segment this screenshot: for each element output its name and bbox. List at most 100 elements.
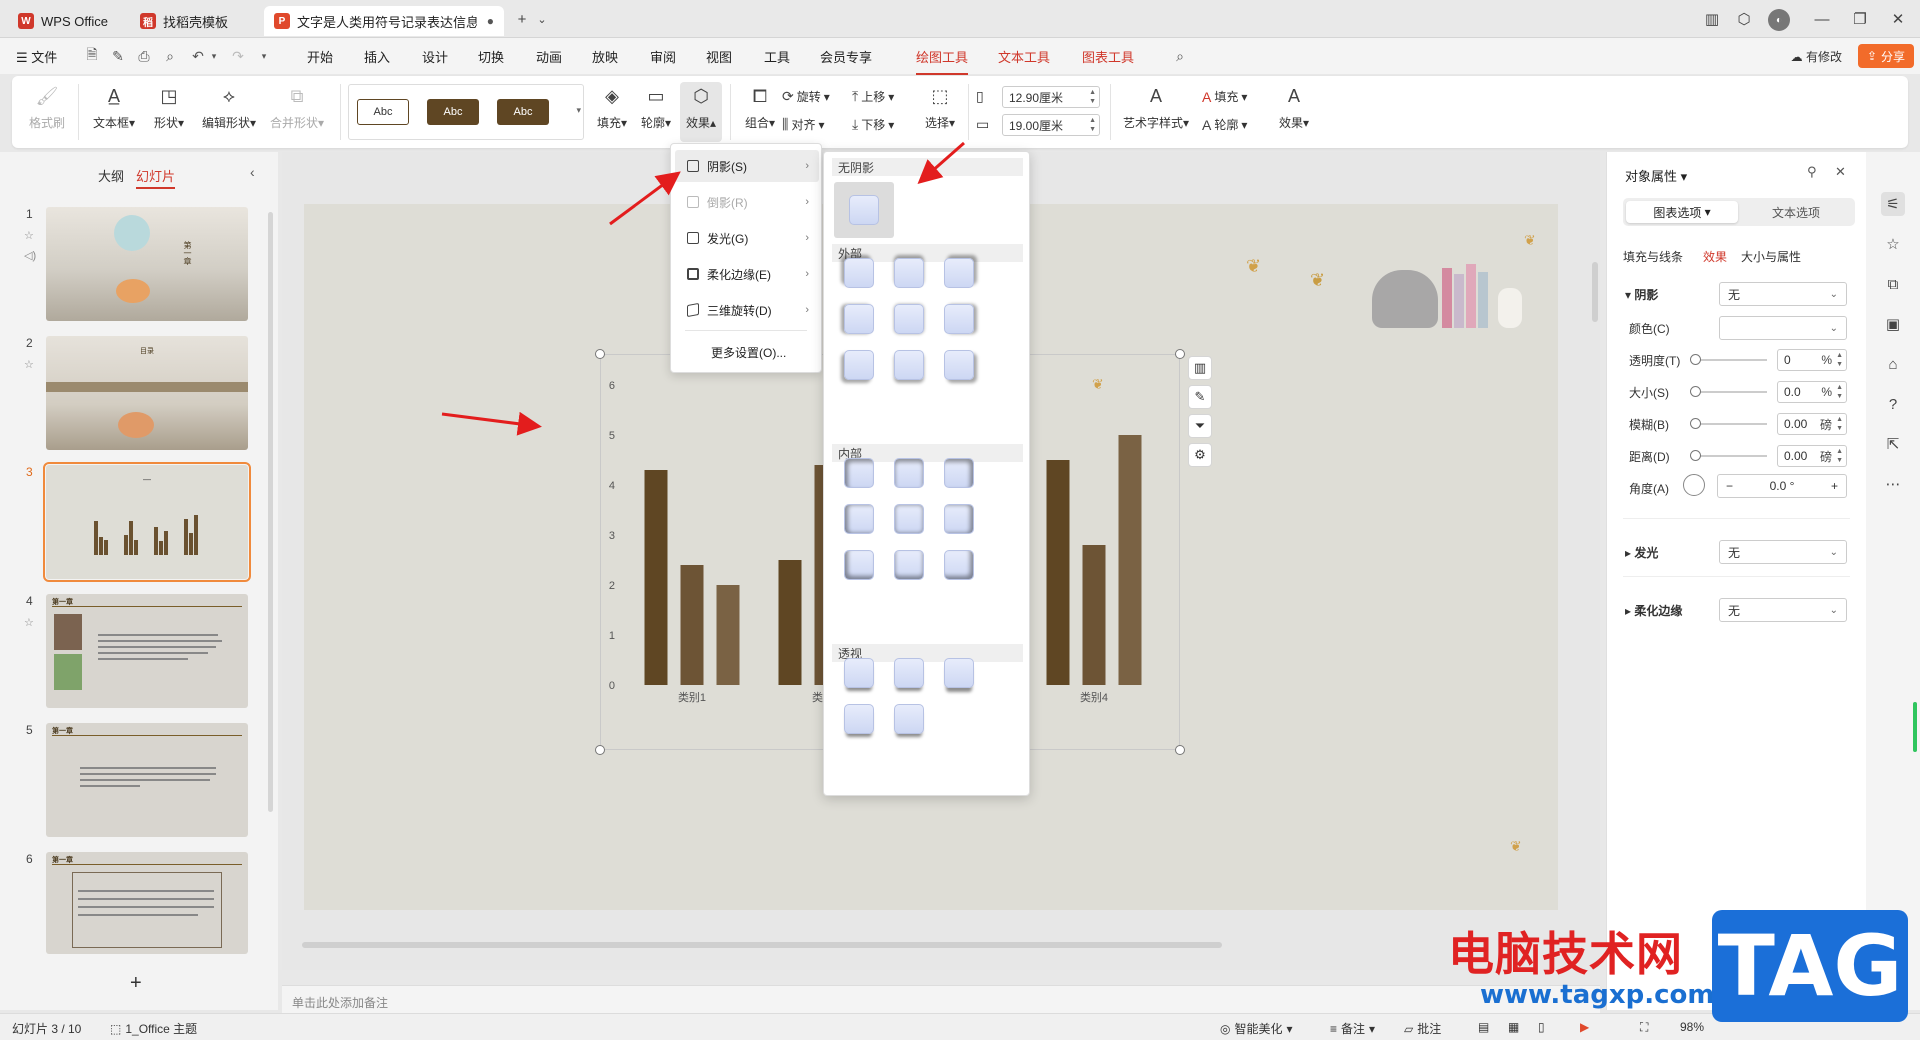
color-select[interactable]: ⌄ [1719, 316, 1847, 340]
add-slide-button[interactable]: + [130, 972, 142, 995]
inner-shadow-preset[interactable] [894, 504, 924, 534]
spinner-icon[interactable]: ▲ ▼ [1836, 415, 1843, 433]
pin-icon[interactable]: ⚲ [1807, 164, 1817, 180]
size-input[interactable]: 0.0% ▲ ▼ [1777, 381, 1847, 403]
reading-view-icon[interactable]: ▯ [1538, 1020, 1545, 1034]
theme-indicator[interactable]: ⬚ 1_Office 主题 [110, 1020, 197, 1037]
outline-button[interactable]: ▭ 轮廓▾ [636, 84, 676, 131]
menu-chart-tools[interactable]: 图表工具 [1082, 47, 1134, 66]
chart-bar[interactable] [644, 470, 668, 685]
tab-slides[interactable]: 幻灯片 [136, 166, 176, 189]
style-sample-outline[interactable]: Abc [357, 99, 409, 125]
close-window-icon[interactable]: ✕ [1888, 9, 1908, 29]
inner-shadow-preset[interactable] [894, 550, 924, 580]
shadow-select[interactable]: 无 ⌄ [1719, 282, 1847, 306]
copy-icon[interactable]: ⧉ [1881, 272, 1905, 296]
menu-review[interactable]: 审阅 [650, 47, 676, 66]
soft-edge-select[interactable]: 无 ⌄ [1719, 598, 1847, 622]
more-dropdown-icon[interactable]: ▾ [256, 48, 272, 64]
tab-document[interactable]: P 文字是人类用符号记录表达信息以 ● [264, 6, 504, 36]
chevron-down-icon[interactable]: ⌄ [532, 9, 552, 29]
text-effect-button[interactable]: A 效果▾ [1274, 84, 1314, 131]
inner-shadow-preset[interactable] [844, 550, 874, 580]
slide-thumb-row[interactable]: 4 ☆ 第一章 [0, 594, 278, 712]
minimize-icon[interactable]: — [1812, 9, 1832, 29]
menu-item-more-settings[interactable]: 更多设置(O)... [675, 336, 819, 368]
restore-icon[interactable]: ❐ [1850, 9, 1870, 29]
increment-icon[interactable]: + [1831, 479, 1838, 493]
undo-icon[interactable]: ↶ [190, 48, 206, 64]
fit-icon[interactable]: ⛶ [1640, 1020, 1648, 1035]
menu-item-shadow[interactable]: 阴影(S) › [675, 150, 819, 182]
text-outline-button[interactable]: A 轮廓 ▾ [1202, 116, 1247, 133]
perspective-shadow-preset[interactable] [844, 704, 874, 734]
menu-home[interactable]: 开始 [307, 47, 333, 66]
slide-thumbnail[interactable]: 目录 [46, 336, 248, 450]
menu-design[interactable]: 设计 [422, 47, 448, 66]
spinner-icon[interactable]: ▲ ▼ [1089, 88, 1096, 106]
spinner-icon[interactable]: ▲ ▼ [1836, 351, 1843, 369]
menu-tools[interactable]: 工具 [764, 47, 790, 66]
inner-shadow-preset[interactable] [944, 458, 974, 488]
menu-drawing-tools[interactable]: 绘图工具 [916, 47, 969, 75]
zoom-level[interactable]: 98% [1680, 1020, 1704, 1034]
shape-button[interactable]: ◳ 形状▾ [148, 84, 190, 131]
inner-shadow-preset[interactable] [844, 504, 874, 534]
chart-elements-icon[interactable]: ▥ [1188, 356, 1212, 380]
slide-thumb-row[interactable]: 2 ☆ 目录 [0, 336, 278, 454]
outer-shadow-preset[interactable] [894, 304, 924, 334]
width-input[interactable]: 19.00厘米 ▲ ▼ [1002, 114, 1100, 136]
blur-slider[interactable] [1690, 418, 1767, 429]
glow-select[interactable]: 无 ⌄ [1719, 540, 1847, 564]
chart-bar[interactable] [680, 565, 704, 685]
layout-icon[interactable]: ▥ [1702, 9, 1722, 29]
distance-slider[interactable] [1690, 450, 1767, 461]
menu-insert[interactable]: 插入 [364, 47, 390, 66]
vertical-scrollbar[interactable] [1592, 262, 1598, 322]
menu-item-glow[interactable]: 发光(G) › [675, 222, 819, 254]
comments-button[interactable]: ▱ 批注 [1404, 1020, 1441, 1037]
height-input[interactable]: 12.90厘米 ▲ ▼ [1002, 86, 1100, 108]
perspective-shadow-preset[interactable] [894, 658, 924, 688]
star-icon[interactable]: ☆ [1881, 232, 1905, 256]
scrollbar-thumb[interactable] [302, 942, 1222, 948]
menu-item-soft-edge[interactable]: 柔化边缘(E) › [675, 258, 819, 290]
horizontal-scrollbar[interactable] [282, 942, 1582, 948]
select-button[interactable]: ⬚ 选择▾ [920, 84, 960, 131]
fill-button[interactable]: ◈ 填充▾ [592, 84, 632, 131]
outer-shadow-preset[interactable] [844, 304, 874, 334]
spinner-icon[interactable]: ▲ ▼ [1836, 383, 1843, 401]
slide-thumbnail-active[interactable]: — [43, 462, 251, 582]
glow-section[interactable]: ▸ 发光 [1625, 544, 1658, 561]
textbox-button[interactable]: A̲ 文本框▾ [88, 84, 140, 131]
slider-knob[interactable] [1690, 386, 1701, 397]
outer-shadow-preset[interactable] [894, 350, 924, 380]
menu-item-3d-rotation[interactable]: 三维旋转(D) › [675, 294, 819, 326]
no-shadow-preset[interactable] [849, 195, 879, 225]
segment-chart-options[interactable]: 图表选项 ▾ [1626, 201, 1738, 223]
transparency-slider[interactable] [1690, 354, 1767, 365]
slider-knob[interactable] [1690, 418, 1701, 429]
thumbnail-scrollbar[interactable] [268, 212, 273, 812]
slider-knob[interactable] [1690, 354, 1701, 365]
slide-thumbnail[interactable]: 第一章 [46, 723, 248, 837]
chart-bar[interactable] [778, 560, 802, 685]
format-painter-button[interactable]: 🖌 格式刷 [26, 84, 68, 131]
chart-settings-icon[interactable]: ⚙ [1188, 443, 1212, 467]
chart-bar[interactable] [1118, 435, 1142, 685]
distance-input[interactable]: 0.00 磅 ▲ ▼ [1777, 445, 1847, 467]
shadow-section[interactable]: ▾ 阴影 [1625, 286, 1658, 303]
chart-bar[interactable] [1046, 460, 1070, 685]
menu-item-reflection[interactable]: 倒影(R) › [675, 186, 819, 218]
help-icon[interactable]: ? [1881, 392, 1905, 416]
transparency-input[interactable]: 0% ▲ ▼ [1777, 349, 1847, 371]
menu-view[interactable]: 视图 [706, 47, 732, 66]
normal-view-icon[interactable]: ▤ [1478, 1020, 1489, 1034]
slide-thumb-row[interactable]: 3 — [0, 462, 278, 583]
outer-shadow-preset[interactable] [894, 258, 924, 288]
resize-handle[interactable] [595, 745, 605, 755]
perspective-shadow-preset[interactable] [944, 658, 974, 688]
search-icon[interactable]: ⌕ [1172, 48, 1188, 64]
text-fill-button[interactable]: A 填充 ▾ [1202, 88, 1247, 105]
pen-icon[interactable]: ✎ [110, 48, 126, 64]
